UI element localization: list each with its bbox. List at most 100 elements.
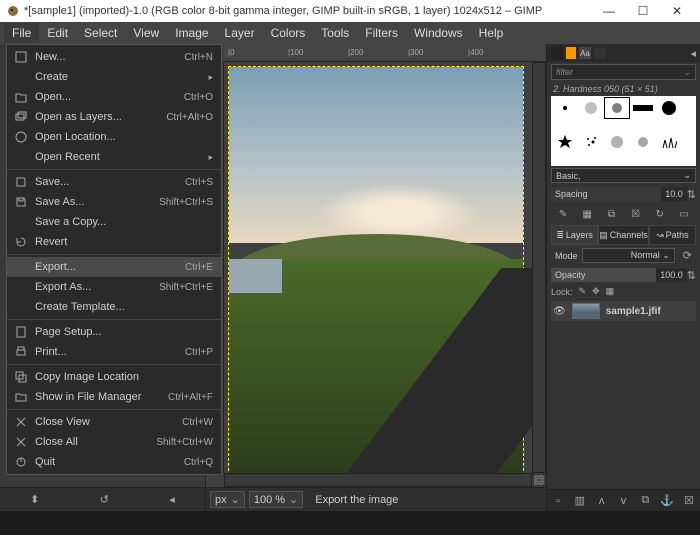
dock-tabs[interactable]: Aa ◂	[547, 44, 700, 62]
print-icon	[13, 344, 29, 360]
edit-brush-icon[interactable]: ✎	[556, 207, 570, 221]
unit-select[interactable]: px⌄	[210, 491, 245, 508]
menu-item-close-all[interactable]: Close AllShift+Ctrl+W	[7, 432, 221, 452]
menu-item-open-location[interactable]: Open Location...	[7, 127, 221, 147]
menu-item-print[interactable]: Print...Ctrl+P	[7, 342, 221, 362]
opacity-value[interactable]: 100.0	[656, 268, 687, 282]
menu-item-export-as[interactable]: Export As...Shift+Ctrl+E	[7, 277, 221, 297]
brush-star-icon[interactable]	[553, 132, 577, 152]
refresh-brush-icon[interactable]: ↻	[653, 207, 667, 221]
open-brush-icon[interactable]: ▭	[677, 207, 691, 221]
menu-item-show-in-file-manager[interactable]: Show in File ManagerCtrl+Alt+F	[7, 387, 221, 407]
menu-item-save[interactable]: Save...Ctrl+S	[7, 172, 221, 192]
app-icon	[6, 4, 20, 18]
new-brush-icon[interactable]: ▦	[580, 207, 594, 221]
brush-soft-icon[interactable]	[579, 98, 603, 118]
chevron-down-icon: ⌄	[289, 493, 298, 506]
brushes-tab-icon[interactable]	[566, 47, 576, 59]
menu-filters[interactable]: Filters	[357, 23, 406, 43]
scrollbar-horizontal[interactable]	[224, 473, 532, 487]
tab-layers[interactable]: ≣Layers	[551, 225, 598, 245]
menu-image[interactable]: Image	[167, 23, 216, 43]
delete-layer-icon[interactable]: ☒	[682, 494, 696, 508]
menu-item-quit[interactable]: QuitCtrl+Q	[7, 452, 221, 472]
menu-item-copy-image-location[interactable]: Copy Image Location	[7, 367, 221, 387]
lock-position-icon[interactable]: ✥	[592, 286, 600, 297]
raise-layer-icon[interactable]: ʌ	[595, 494, 609, 508]
lower-layer-icon[interactable]: v	[616, 494, 630, 508]
panel-menu-icon[interactable]: ◂	[690, 47, 696, 60]
saveas-icon	[13, 194, 29, 210]
menu-item-create-template[interactable]: Create Template...	[7, 297, 221, 317]
chevron-updown-icon[interactable]: ⇅	[687, 188, 696, 201]
nav-preview-button[interactable]	[532, 473, 546, 487]
menu-help[interactable]: Help	[471, 23, 512, 43]
spacing-label: Spacing	[551, 187, 661, 201]
ruler-horizontal[interactable]: |0|100|200|300|400	[224, 44, 546, 62]
reset-icon[interactable]: ↺	[100, 493, 109, 506]
brush-preset-select[interactable]: Basic,⌄	[551, 168, 696, 183]
menu-edit[interactable]: Edit	[39, 23, 76, 43]
menu-item-close-view[interactable]: Close ViewCtrl+W	[7, 412, 221, 432]
menu-view[interactable]: View	[125, 23, 167, 43]
lock-row: Lock: ✎ ✥ ▦	[551, 286, 696, 297]
menu-item-export[interactable]: Export...Ctrl+E	[7, 257, 221, 277]
brush-texture1-icon[interactable]	[605, 132, 629, 152]
duplicate-layer-icon[interactable]: ⧉	[638, 494, 652, 508]
menu-select[interactable]: Select	[76, 23, 125, 43]
anchor-layer-icon[interactable]: ⚓	[660, 494, 674, 508]
new-layer-icon[interactable]: ▫	[551, 494, 565, 508]
brush-circle-icon[interactable]	[657, 98, 681, 118]
brush-texture2-icon[interactable]	[631, 132, 655, 152]
menu-tools[interactable]: Tools	[313, 23, 357, 43]
mode-select[interactable]: Normal ⌄	[582, 248, 675, 263]
fonts-tab-icon[interactable]: Aa	[579, 47, 591, 59]
chevron-updown-icon[interactable]: ⇅	[687, 269, 696, 282]
brush-grid[interactable]	[551, 96, 696, 166]
copy-icon	[13, 369, 29, 385]
menu-item-save-as[interactable]: Save As...Shift+Ctrl+S	[7, 192, 221, 212]
minimize-button[interactable]: —	[592, 0, 626, 22]
menu-item-open-as-layers[interactable]: Open as Layers...Ctrl+Alt+O	[7, 107, 221, 127]
tab-channels[interactable]: ▤Channels	[598, 225, 649, 245]
menu-item-new[interactable]: New...Ctrl+N	[7, 47, 221, 67]
brush-line-icon[interactable]	[631, 98, 655, 118]
menu-item-page-setup[interactable]: Page Setup...	[7, 322, 221, 342]
visibility-eye-icon[interactable]: 👁	[553, 306, 566, 317]
menu-layer[interactable]: Layer	[217, 23, 263, 43]
brush-splat-icon[interactable]	[579, 132, 603, 152]
opacity-slider[interactable]: Opacity	[551, 268, 656, 282]
close-button[interactable]: ✕	[660, 0, 694, 22]
image-canvas[interactable]	[224, 62, 546, 473]
menu-file[interactable]: File	[4, 23, 39, 43]
menu-item-open[interactable]: Open...Ctrl+O	[7, 87, 221, 107]
menu-item-save-a-copy[interactable]: Save a Copy...	[7, 212, 221, 232]
delete-brush-icon[interactable]: ☒	[629, 207, 643, 221]
menu-colors[interactable]: Colors	[263, 23, 314, 43]
brush-grass-icon[interactable]	[657, 132, 681, 152]
layer-row[interactable]: 👁 sample1.jfif	[551, 301, 696, 321]
menu-item-create[interactable]: Create▸	[7, 67, 221, 87]
brush-hard-icon[interactable]	[605, 98, 629, 118]
spacing-value[interactable]: 10.0	[661, 187, 687, 201]
menu-item-open-recent[interactable]: Open Recent▸	[7, 147, 221, 167]
tab-paths[interactable]: ↝Paths	[649, 225, 696, 245]
mode-reset-icon[interactable]: ⟳	[679, 247, 696, 264]
menu-item-revert[interactable]: Revert	[7, 232, 221, 252]
maximize-button[interactable]: ☐	[626, 0, 660, 22]
tool-options-tab-icon[interactable]	[551, 47, 563, 59]
duplicate-brush-icon[interactable]: ⧉	[604, 207, 618, 221]
scrollbar-vertical[interactable]	[532, 62, 546, 473]
history-tab-icon[interactable]	[594, 47, 606, 59]
lock-alpha-icon[interactable]: ▦	[606, 286, 615, 297]
brush-filter-input[interactable]: filter⌄	[551, 64, 696, 80]
brush-dot-icon[interactable]	[553, 98, 577, 118]
layer-name[interactable]: sample1.jfif	[606, 306, 661, 317]
zoom-select[interactable]: 100 %⌄	[249, 491, 303, 508]
mode-label: Mode	[551, 249, 582, 263]
menu-windows[interactable]: Windows	[406, 23, 471, 43]
arrow-left-icon[interactable]: ◂	[169, 493, 175, 506]
right-panel: Aa ◂ filter⌄ 2. Hardness 050 (51 × 51) B…	[546, 44, 700, 511]
lock-pixels-icon[interactable]: ✎	[579, 286, 587, 297]
new-group-icon[interactable]: ▥	[573, 494, 587, 508]
